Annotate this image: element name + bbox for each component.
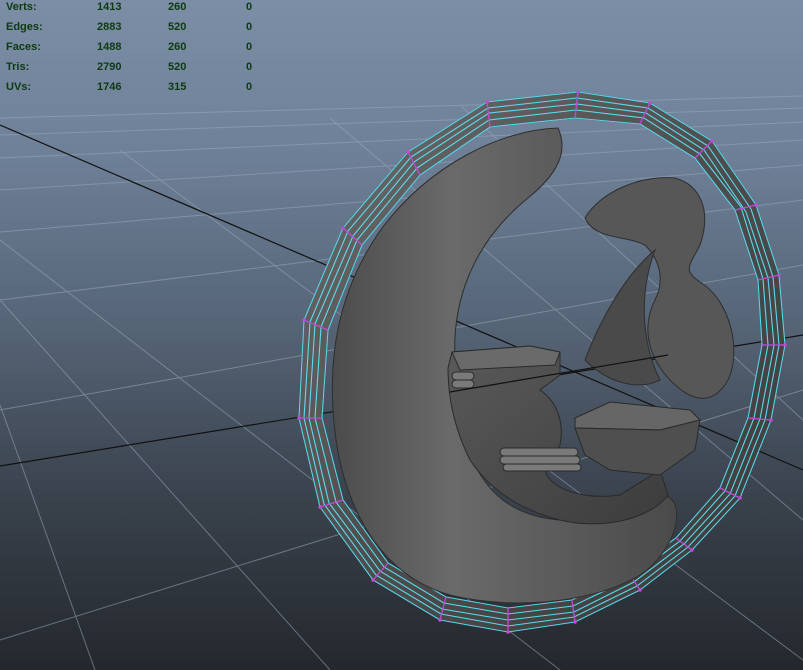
hud-row-verts: Verts: 1413 260 0 [6,0,266,20]
hud-value-other: 0 [246,41,253,53]
maya-3d-viewport[interactable]: Verts: 1413 260 0 Edges: 2883 520 0 Face… [0,0,803,670]
hud-value-other: 0 [246,21,253,33]
hud-value-selected: 315 [168,81,187,93]
hud-value-selected: 520 [168,21,187,33]
hud-row-edges: Edges: 2883 520 0 [6,20,266,40]
hud-row-tris: Tris: 2790 520 0 [6,60,266,80]
hud-value-total: 2883 [97,21,122,33]
hud-label: Faces: [6,41,41,53]
scene-canvas[interactable] [0,0,803,670]
hud-row-faces: Faces: 1488 260 0 [6,40,266,60]
hud-value-selected: 260 [168,41,187,53]
hud-value-total: 2790 [97,61,122,73]
hud-label: Verts: [6,1,37,13]
hud-label: Edges: [6,21,43,33]
hud-value-other: 0 [246,81,253,93]
poly-count-hud: Verts: 1413 260 0 Edges: 2883 520 0 Face… [6,0,266,100]
hud-label: UVs: [6,81,32,93]
hud-label: Tris: [6,61,30,73]
hud-value-other: 0 [246,61,253,73]
hud-value-selected: 260 [168,1,187,13]
hud-row-uvs: UVs: 1746 315 0 [6,80,266,100]
hud-value-total: 1488 [97,41,122,53]
hud-value-total: 1746 [97,81,122,93]
hud-value-selected: 520 [168,61,187,73]
hud-value-total: 1413 [97,1,122,13]
hud-value-other: 0 [246,1,253,13]
